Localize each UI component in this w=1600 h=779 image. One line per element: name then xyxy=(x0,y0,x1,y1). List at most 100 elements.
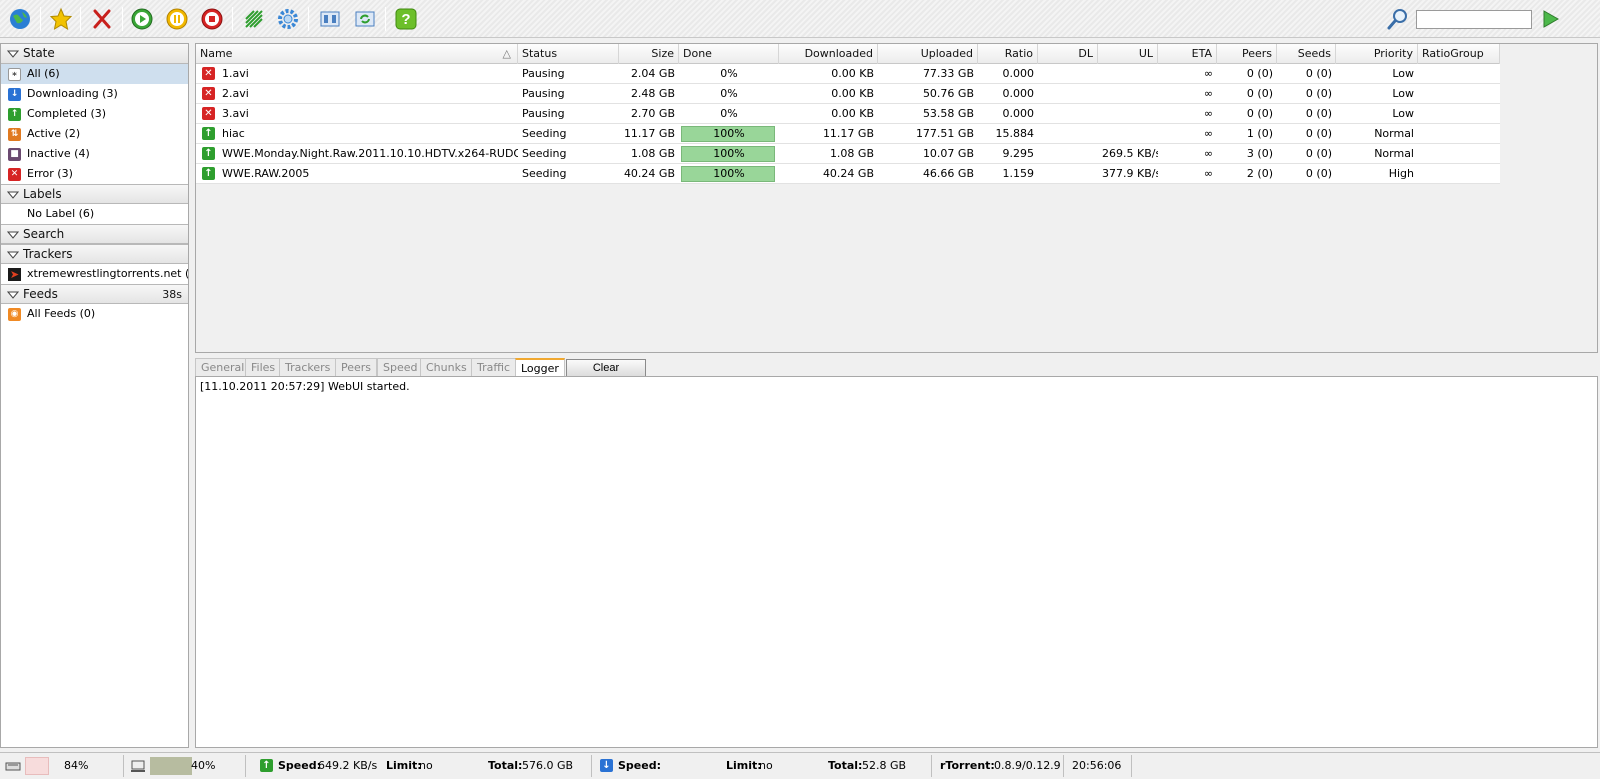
column-header-name[interactable]: Name △ xyxy=(196,44,518,64)
category-header-feeds[interactable]: Feeds 38s xyxy=(1,284,188,304)
cell-text: 1 (0) xyxy=(1246,127,1273,140)
cell-text: WWE.Monday.Night.Raw.2011.10.10.HDTV.x26… xyxy=(222,147,518,160)
category-header-labels[interactable]: Labels xyxy=(1,184,188,204)
cell-text: 3 (0) xyxy=(1246,147,1273,160)
state-item-error[interactable]: ✕ Error (3) xyxy=(1,164,188,184)
category-header-search[interactable]: Search xyxy=(1,224,188,244)
settings-icon[interactable] xyxy=(274,5,302,33)
tab-speed[interactable]: Speed xyxy=(377,358,424,377)
cell-size: 2.04 GB xyxy=(619,64,679,84)
rss-feed-icon: ◉ xyxy=(8,308,21,321)
column-header-priority[interactable]: Priority xyxy=(1336,44,1418,64)
cell-text: 1.08 GB xyxy=(630,147,675,160)
state-item-completed[interactable]: ↑ Completed (3) xyxy=(1,104,188,124)
state-item-active[interactable]: ⇅ Active (2) xyxy=(1,124,188,144)
column-header-ul[interactable]: UL xyxy=(1098,44,1158,64)
start-icon[interactable] xyxy=(128,5,156,33)
column-header-downloaded[interactable]: Downloaded xyxy=(779,44,878,64)
cell-status: Pausing xyxy=(518,104,619,124)
table-row[interactable]: ↑ WWE.Monday.Night.Raw.2011.10.10.HDTV.x2… xyxy=(196,144,1500,164)
feed-item-all[interactable]: ◉ All Feeds (0) xyxy=(1,304,188,324)
column-header-peers[interactable]: Peers xyxy=(1217,44,1277,64)
cell-text: 0.00 KB xyxy=(831,67,874,80)
clock-value: 20:56:06 xyxy=(1072,759,1122,772)
state-item-inactive[interactable]: ■ Inactive (4) xyxy=(1,144,188,164)
cell-text: 46.66 GB xyxy=(922,167,974,180)
tab-logger[interactable]: Logger xyxy=(515,358,565,378)
column-header-status[interactable]: Status xyxy=(518,44,619,64)
column-header-eta[interactable]: ETA xyxy=(1158,44,1217,64)
cell-done: 100% xyxy=(679,124,779,144)
table-row[interactable]: ↑ WWE.RAW.2005 Seeding 40.24 GB 100% 40.24 GB… xyxy=(196,164,1500,184)
table-row[interactable]: ↑ hiac Seeding 11.17 GB 100% 11.17 GB 177.51 G… xyxy=(196,124,1500,144)
error-icon: ✕ xyxy=(8,168,21,181)
download-limit-value[interactable]: no xyxy=(759,755,773,777)
cell-name: ✕ 2.avi xyxy=(196,84,518,104)
cell-text: 0.000 xyxy=(1002,107,1035,120)
table-row[interactable]: ✕ 1.avi Pausing 2.04 GB 0% 0.00 KB 77.33 GB 0.0… xyxy=(196,64,1500,84)
category-header-state[interactable]: State xyxy=(1,44,188,64)
cell-text: Pausing xyxy=(522,87,565,100)
cell-dl xyxy=(1038,144,1098,164)
tab-traffic[interactable]: Traffic xyxy=(471,358,517,377)
state-item-label: Inactive (4) xyxy=(27,147,90,160)
computer-icon xyxy=(131,760,145,772)
tab-label: Traffic xyxy=(477,361,511,374)
cell-uploaded: 10.07 GB xyxy=(878,144,978,164)
cell-text: Seeding xyxy=(522,127,567,140)
cpu-usage: 40% xyxy=(125,755,246,777)
column-header-ratiogroup[interactable]: RatioGroup xyxy=(1418,44,1500,64)
tab-chunks[interactable]: Chunks xyxy=(420,358,473,377)
columns-icon[interactable] xyxy=(316,5,344,33)
state-item-all[interactable]: ⁎ All (6) xyxy=(1,64,188,84)
cell-text: 0 (0) xyxy=(1305,127,1332,140)
column-header-done[interactable]: Done xyxy=(679,44,779,64)
category-header-trackers[interactable]: Trackers xyxy=(1,244,188,264)
refresh-icon[interactable] xyxy=(351,5,379,33)
star-icon[interactable] xyxy=(47,5,75,33)
cell-text: ∞ xyxy=(1203,87,1213,100)
search-input[interactable] xyxy=(1416,10,1532,29)
tab-trackers[interactable]: Trackers xyxy=(279,358,337,377)
cpu-usage-bar xyxy=(150,757,192,775)
state-item-downloading[interactable]: ↓ Downloading (3) xyxy=(1,84,188,104)
column-header-uploaded[interactable]: Uploaded xyxy=(878,44,978,64)
go-arrow-icon[interactable] xyxy=(1536,5,1564,33)
label-item-no-label[interactable]: No Label (6) xyxy=(1,204,188,224)
client-label: rTorrent: xyxy=(940,759,995,772)
cell-text: ∞ xyxy=(1203,147,1213,160)
help-icon[interactable]: ? xyxy=(392,5,420,33)
state-item-label: Active (2) xyxy=(27,127,81,140)
column-header-label: RatioGroup xyxy=(1422,47,1484,60)
column-header-size[interactable]: Size xyxy=(619,44,679,64)
table-row[interactable]: ✕ 2.avi Pausing 2.48 GB 0% 0.00 KB 50.76 GB 0.0… xyxy=(196,84,1500,104)
cell-text: 0 (0) xyxy=(1305,167,1332,180)
tab-files[interactable]: Files xyxy=(245,358,282,377)
cpu-usage-percent: 40% xyxy=(191,759,216,772)
tracker-item[interactable]: ➤ xtremewrestlingtorrents.net (6) xyxy=(1,264,188,284)
pause-icon[interactable] xyxy=(163,5,191,33)
sidebar: State ⁎ All (6) ↓ Downloading (3) ↑ Comp… xyxy=(0,43,189,748)
clear-log-button[interactable]: Clear xyxy=(566,359,646,377)
column-header-ratio[interactable]: Ratio xyxy=(978,44,1038,64)
cell-seeds: 0 (0) xyxy=(1277,84,1336,104)
column-header-seeds[interactable]: Seeds xyxy=(1277,44,1336,64)
table-row[interactable]: ✕ 3.avi Pausing 2.70 GB 0% 0.00 KB 53.58 GB 0.0… xyxy=(196,104,1500,124)
download-total-label: Total: xyxy=(828,759,863,772)
remove-icon[interactable] xyxy=(88,5,116,33)
rss-icon[interactable] xyxy=(240,5,268,33)
cell-status: Seeding xyxy=(518,124,619,144)
globe-icon[interactable] xyxy=(6,5,34,33)
cell-dl xyxy=(1038,124,1098,144)
tab-label: Speed xyxy=(383,361,418,374)
download-speed-label: Speed: xyxy=(618,759,661,772)
stop-icon[interactable] xyxy=(198,5,226,33)
cell-uploaded: 53.58 GB xyxy=(878,104,978,124)
column-header-dl[interactable]: DL xyxy=(1038,44,1098,64)
tab-peers[interactable]: Peers xyxy=(335,358,378,377)
upload-limit-value[interactable]: no xyxy=(419,755,433,777)
cell-size: 11.17 GB xyxy=(619,124,679,144)
tab-general[interactable]: General xyxy=(195,358,251,377)
cell-text: 377.9 KB/s xyxy=(1102,167,1158,180)
tab-label: Peers xyxy=(341,361,372,374)
